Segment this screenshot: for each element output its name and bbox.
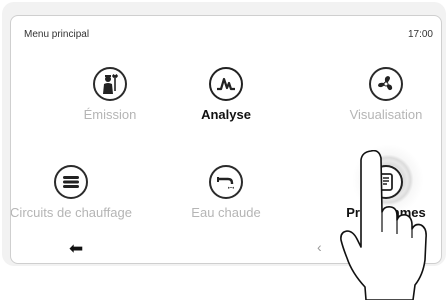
menu-tile-label: Émission — [83, 107, 137, 122]
radiator-icon — [63, 176, 79, 188]
menu-tile-label: Visualisation — [349, 107, 423, 122]
menu-tile-heating-circuits[interactable]: Circuits de chauffage — [10, 165, 136, 235]
analysis-peak-icon — [217, 77, 235, 91]
menu-tile-emission[interactable]: Émission — [50, 67, 170, 137]
faucet-icon — [217, 177, 235, 189]
status-bar: Menu principal 17:00 — [11, 16, 441, 48]
menu-tile-hot-water[interactable]: Eau chaude — [166, 165, 286, 235]
fan-icon — [378, 76, 393, 91]
clock: 17:00 — [407, 29, 433, 40]
menu-tile-analyse[interactable]: Analyse — [166, 67, 286, 137]
menu-tile-label: Circuits de chauffage — [10, 205, 132, 220]
back-arrow-icon[interactable]: ⬅ — [69, 239, 83, 259]
menu-tile-visualisation[interactable]: Visualisation — [326, 67, 441, 137]
menu-tile-label: Eau chaude — [191, 205, 261, 220]
pointing-hand-icon — [340, 150, 427, 300]
chevron-left-icon[interactable]: ‹ — [317, 239, 322, 255]
menu-title: Menu principal — [24, 29, 90, 40]
menu-tile-label: Analyse — [201, 107, 251, 122]
chimney-sweep-icon — [103, 74, 118, 94]
